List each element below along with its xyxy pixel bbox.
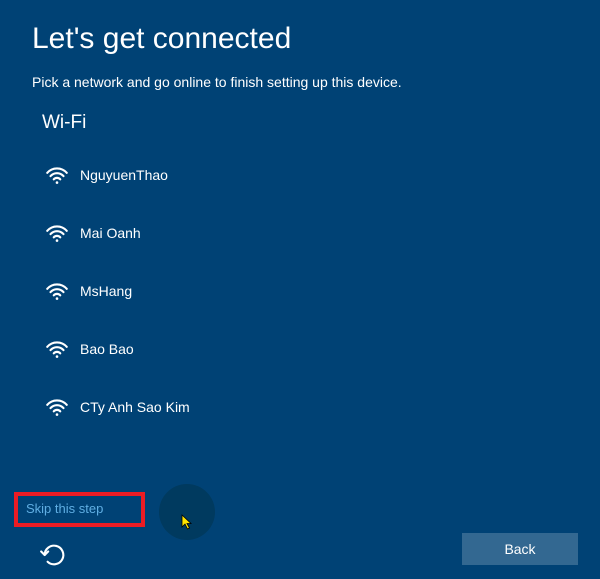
wifi-network-item[interactable]: NguyuenThao: [42, 146, 600, 204]
page-header: Let's get connected: [0, 0, 600, 64]
wifi-network-name: MsHang: [80, 283, 132, 299]
wifi-network-item[interactable]: Bao Bao: [42, 320, 600, 378]
wifi-icon: [42, 160, 72, 190]
wifi-network-list: NguyuenThao Mai Oanh MsHang: [0, 146, 600, 436]
refresh-button[interactable]: [40, 541, 70, 571]
wifi-network-name: Bao Bao: [80, 341, 134, 357]
wifi-network-name: CTy Anh Sao Kim: [80, 399, 190, 415]
page-subtitle: Pick a network and go online to finish s…: [0, 64, 600, 108]
highlight-box: Skip this step: [14, 492, 145, 527]
back-button[interactable]: Back: [462, 533, 578, 565]
wifi-icon: [42, 276, 72, 306]
wifi-network-item[interactable]: CTy Anh Sao Kim: [42, 378, 600, 436]
wifi-icon: [42, 392, 72, 422]
wifi-network-item[interactable]: MsHang: [42, 262, 600, 320]
wifi-network-name: Mai Oanh: [80, 225, 141, 241]
wifi-network-item[interactable]: Mai Oanh: [42, 204, 600, 262]
wifi-icon: [42, 218, 72, 248]
cursor-trail-circle: [159, 484, 215, 540]
skip-link[interactable]: Skip this step: [26, 501, 103, 516]
wifi-network-name: NguyuenThao: [80, 167, 168, 183]
wifi-icon: [42, 334, 72, 364]
page-title: Let's get connected: [32, 22, 568, 56]
back-button-label: Back: [504, 541, 535, 557]
wifi-section-label: Wi-Fi: [0, 108, 600, 146]
